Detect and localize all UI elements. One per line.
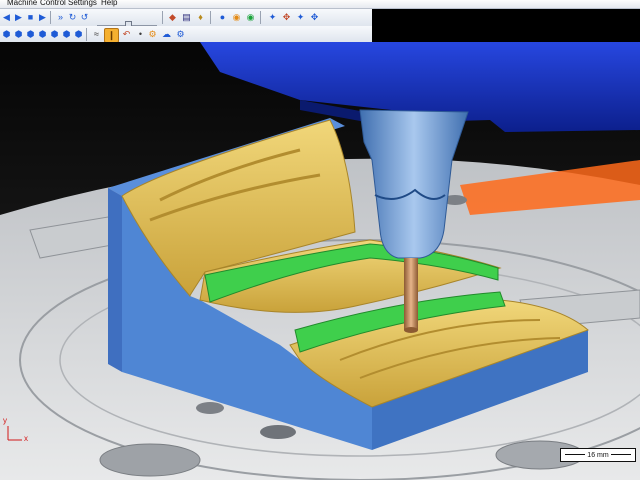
separator — [162, 11, 163, 24]
simulation-toolbar: ◀ ▶ ■ ▶ » ↻ ↺ ◆ ▤ ♦ ● ◉ ◉ ✦ ✥ ✦ ✥ — [0, 9, 372, 33]
grid-icon[interactable]: ▤ — [180, 11, 193, 24]
view-left-icon[interactable]: ⬢ — [72, 28, 85, 41]
stock-color-icon[interactable]: ☁ — [160, 28, 173, 41]
menu-help[interactable]: Help — [101, 0, 117, 8]
separator — [210, 11, 211, 24]
tool-path-icon[interactable]: ≈ — [90, 28, 103, 41]
menu-bar: Machine Control Settings Help — [0, 0, 640, 9]
stock-left-edge — [108, 188, 122, 372]
scene-svg — [0, 42, 640, 480]
view-green-icon[interactable]: ◉ — [244, 11, 257, 24]
menu-control[interactable]: Control — [40, 0, 66, 8]
zoom-in-icon[interactable]: ✦ — [294, 11, 307, 24]
rewind-icon[interactable]: ↺ — [78, 11, 91, 24]
table-pocket — [99, 443, 201, 477]
scale-label: 16 mm — [585, 451, 611, 459]
undo-icon[interactable]: ⚙ — [146, 28, 159, 41]
separator — [86, 28, 87, 41]
tool-path-active-icon[interactable]: ❙ — [104, 28, 119, 43]
menu-machine[interactable]: Machine — [7, 0, 37, 8]
menu-settings[interactable]: Settings — [68, 0, 97, 8]
view-orange-icon[interactable]: ◉ — [230, 11, 243, 24]
table-hole — [260, 425, 296, 439]
table-hole — [196, 402, 224, 414]
measure-icon[interactable]: ↶ — [120, 28, 133, 41]
scale-bar: 16 mm — [560, 448, 636, 462]
cutting-tool — [404, 258, 418, 330]
shade-icon[interactable]: ● — [216, 11, 229, 24]
stock-icon[interactable]: ♦ — [194, 11, 207, 24]
separator — [260, 11, 261, 24]
zoom-fit-icon[interactable]: ✦ — [266, 11, 279, 24]
play-icon[interactable]: ▶ — [36, 11, 49, 24]
cutting-tool-tip — [404, 327, 418, 333]
zoom-out-icon[interactable]: ✥ — [308, 11, 321, 24]
simulation-viewport[interactable] — [0, 42, 640, 480]
y-axis-label: y — [3, 416, 7, 425]
zoom-window-icon[interactable]: ✥ — [280, 11, 293, 24]
x-axis-label: x — [24, 434, 28, 443]
view-toolbar: ⬢ ⬢ ⬢ ⬢ ⬢ ⬢ ⬢ ≈ ❙ ↶ • ⚙ ☁ ⚙ — [0, 26, 372, 43]
settings-icon[interactable]: ⚙ — [174, 28, 187, 41]
tool-select-icon[interactable]: ◆ — [166, 11, 179, 24]
separator — [50, 11, 51, 24]
